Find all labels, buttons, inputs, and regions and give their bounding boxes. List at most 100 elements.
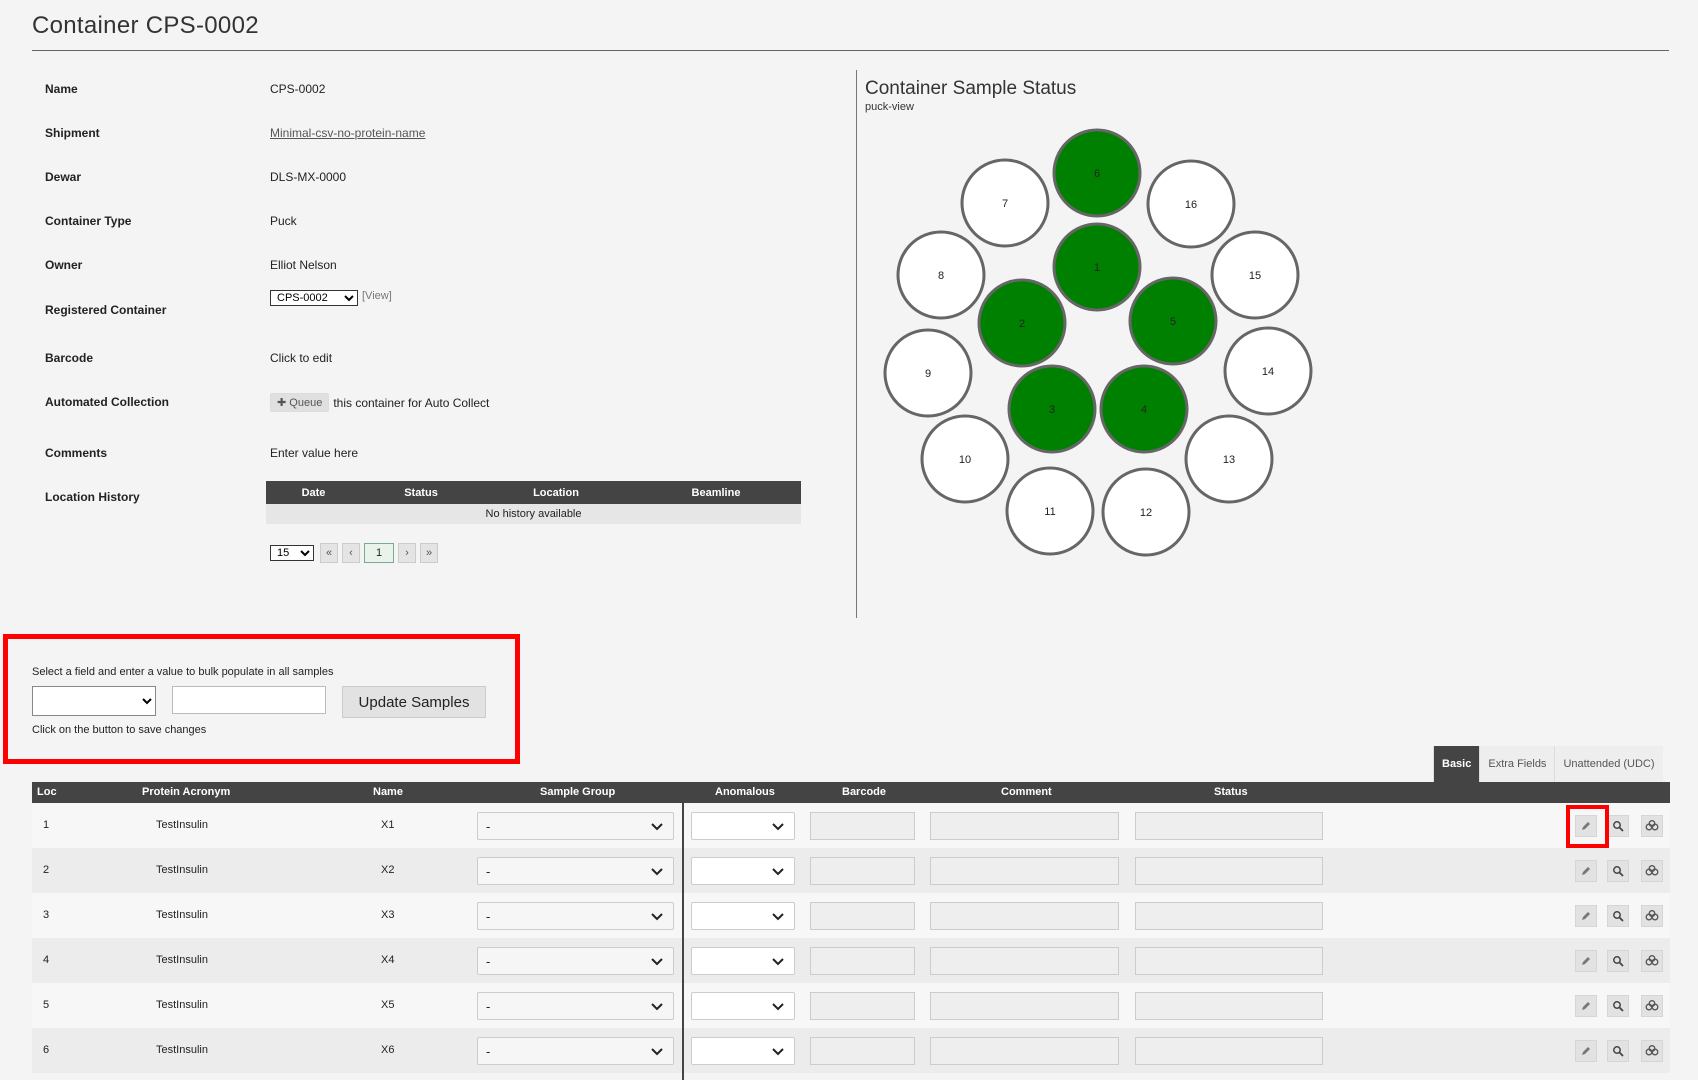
- col-comment[interactable]: Comment: [1001, 782, 1052, 803]
- first-page-button[interactable]: «: [320, 543, 338, 563]
- bulk-field-select[interactable]: [32, 686, 156, 716]
- view-button[interactable]: [1607, 905, 1629, 927]
- clone-button[interactable]: [1641, 1040, 1663, 1062]
- comment-input[interactable]: [930, 947, 1119, 975]
- comment-input[interactable]: [930, 812, 1119, 840]
- cell-loc: 1: [43, 819, 50, 831]
- col-protein-acronym[interactable]: Protein Acronym: [142, 782, 230, 803]
- history-col-location[interactable]: Location: [481, 481, 631, 504]
- puck-position-label: 6: [1094, 168, 1100, 180]
- next-page-button[interactable]: ›: [398, 543, 416, 563]
- current-page-button[interactable]: 1: [364, 543, 394, 563]
- auto-collect-text: this container for Auto Collect: [333, 395, 490, 410]
- cell-protein-acronym: TestInsulin: [156, 1044, 208, 1056]
- registered-view-link[interactable]: [View]: [362, 290, 392, 302]
- col-name[interactable]: Name: [373, 782, 403, 803]
- comment-input[interactable]: [930, 1037, 1119, 1065]
- history-col-date[interactable]: Date: [266, 481, 361, 504]
- sample-group-select[interactable]: -: [477, 857, 674, 885]
- bulk-value-input[interactable]: [172, 686, 326, 714]
- clone-button[interactable]: [1641, 905, 1663, 927]
- tab-extra-fields[interactable]: Extra Fields: [1479, 746, 1555, 782]
- anomalous-select[interactable]: [691, 902, 795, 930]
- history-col-beamline[interactable]: Beamline: [631, 481, 801, 504]
- tab-unattended[interactable]: Unattended (UDC): [1554, 746, 1663, 782]
- clone-button[interactable]: [1641, 860, 1663, 882]
- chevron-down-icon: [772, 868, 784, 876]
- search-icon: [1612, 865, 1624, 877]
- container-type-value: Puck: [270, 214, 297, 228]
- tab-basic[interactable]: Basic: [1433, 746, 1480, 782]
- edit-button-highlight: [1566, 805, 1609, 848]
- cell-protein-acronym: TestInsulin: [156, 954, 208, 966]
- update-samples-button[interactable]: Update Samples: [342, 686, 486, 718]
- edit-button[interactable]: [1575, 950, 1597, 972]
- search-icon: [1612, 955, 1624, 967]
- anomalous-select[interactable]: [691, 992, 795, 1020]
- shipment-label: Shipment: [45, 126, 100, 140]
- clone-button[interactable]: [1641, 995, 1663, 1017]
- comment-input[interactable]: [930, 857, 1119, 885]
- col-loc[interactable]: Loc: [37, 782, 57, 803]
- shipment-link[interactable]: Minimal-csv-no-protein-name: [270, 126, 425, 140]
- view-button[interactable]: [1607, 860, 1629, 882]
- anomalous-select[interactable]: [691, 1037, 795, 1065]
- clone-button[interactable]: [1641, 815, 1663, 837]
- status-input[interactable]: [1135, 992, 1323, 1020]
- view-button[interactable]: [1607, 1040, 1629, 1062]
- col-status[interactable]: Status: [1214, 782, 1248, 803]
- chevron-down-icon: [651, 823, 663, 831]
- name-value: CPS-0002: [270, 82, 326, 96]
- cell-name: X2: [381, 864, 395, 876]
- comment-input[interactable]: [930, 992, 1119, 1020]
- barcode-input[interactable]: [810, 902, 915, 930]
- last-page-button[interactable]: »: [420, 543, 438, 563]
- col-barcode[interactable]: Barcode: [842, 782, 886, 803]
- edit-button[interactable]: [1575, 860, 1597, 882]
- anomalous-select[interactable]: [691, 947, 795, 975]
- page-size-select[interactable]: 15: [270, 545, 314, 561]
- registered-container-select[interactable]: CPS-0002: [270, 290, 358, 306]
- history-col-status[interactable]: Status: [361, 481, 481, 504]
- status-input[interactable]: [1135, 902, 1323, 930]
- name-label: Name: [45, 82, 78, 96]
- barcode-input[interactable]: [810, 947, 915, 975]
- puck-position-label: 12: [1140, 507, 1152, 519]
- puck-position-label: 5: [1170, 316, 1176, 328]
- sample-group-select[interactable]: -: [477, 902, 674, 930]
- col-anomalous[interactable]: Anomalous: [715, 782, 775, 803]
- edit-button[interactable]: [1575, 1040, 1597, 1062]
- sample-group-value: -: [486, 1043, 491, 1059]
- status-input[interactable]: [1135, 947, 1323, 975]
- edit-button[interactable]: [1575, 995, 1597, 1017]
- view-button[interactable]: [1607, 950, 1629, 972]
- puck-position-label: 7: [1002, 198, 1008, 210]
- search-icon: [1612, 820, 1624, 832]
- clone-button[interactable]: [1641, 950, 1663, 972]
- sample-group-select[interactable]: -: [477, 812, 674, 840]
- sample-group-select[interactable]: -: [477, 992, 674, 1020]
- edit-button[interactable]: [1575, 905, 1597, 927]
- barcode-input[interactable]: [810, 992, 915, 1020]
- anomalous-select[interactable]: [691, 857, 795, 885]
- col-sample-group[interactable]: Sample Group: [540, 782, 615, 803]
- puck-position-label: 4: [1141, 404, 1147, 416]
- barcode-input[interactable]: [810, 857, 915, 885]
- comment-input[interactable]: [930, 902, 1119, 930]
- status-input[interactable]: [1135, 1037, 1323, 1065]
- barcode-edit[interactable]: Click to edit: [270, 351, 332, 365]
- status-input[interactable]: [1135, 812, 1323, 840]
- barcode-input[interactable]: [810, 812, 915, 840]
- cell-loc: 3: [43, 909, 50, 921]
- prev-page-button[interactable]: ‹: [342, 543, 360, 563]
- view-button[interactable]: [1607, 815, 1629, 837]
- view-button[interactable]: [1607, 995, 1629, 1017]
- anomalous-select[interactable]: [691, 812, 795, 840]
- chevron-down-icon: [651, 1003, 663, 1011]
- sample-group-select[interactable]: -: [477, 1037, 674, 1065]
- barcode-input[interactable]: [810, 1037, 915, 1065]
- comments-edit[interactable]: Enter value here: [270, 446, 358, 460]
- status-input[interactable]: [1135, 857, 1323, 885]
- queue-button[interactable]: ✚ Queue: [270, 393, 330, 412]
- sample-group-select[interactable]: -: [477, 947, 674, 975]
